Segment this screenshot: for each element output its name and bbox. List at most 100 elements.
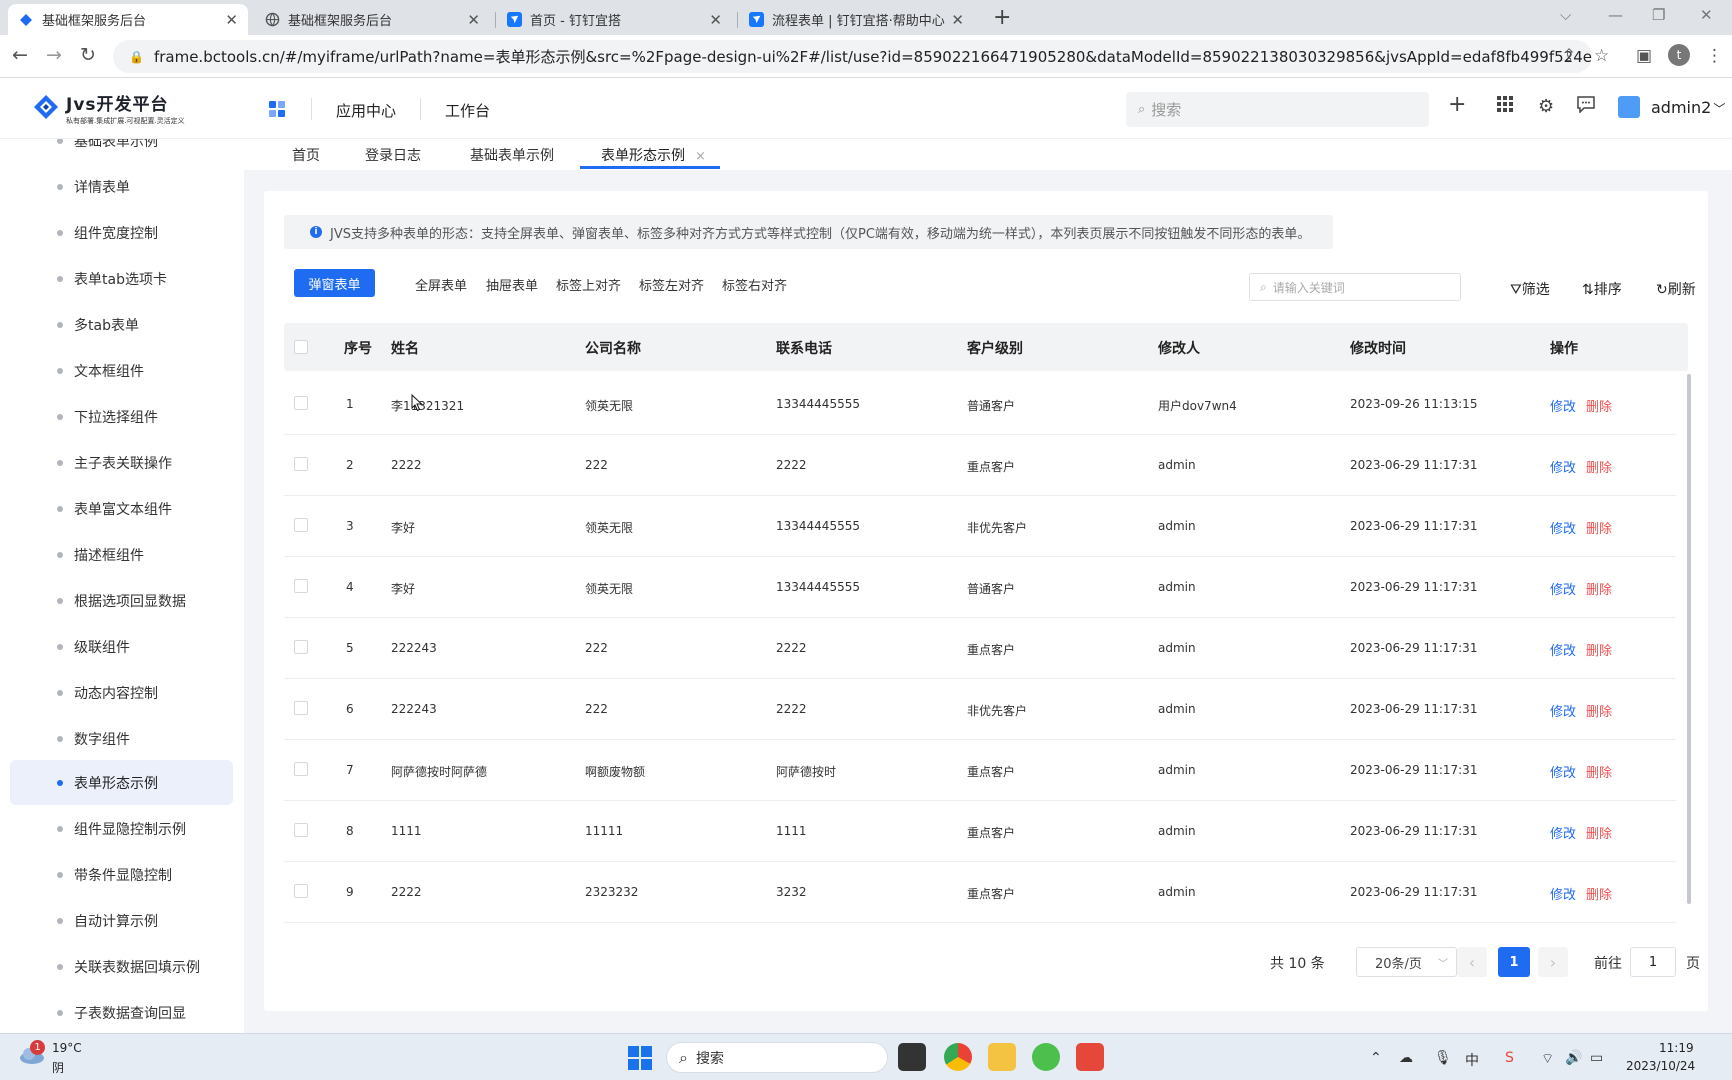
wifi-icon[interactable]: ⌔ xyxy=(1541,1050,1554,1068)
delete-link[interactable]: 删除 xyxy=(1586,457,1612,476)
sidebar-item-auto-calc[interactable]: 自动计算示例 xyxy=(10,898,233,943)
column-header[interactable]: 客户级别 xyxy=(967,338,1023,358)
filter-button[interactable]: ⛛筛选 xyxy=(1510,279,1550,299)
sort-button[interactable]: ⇅排序 xyxy=(1582,279,1622,299)
sidebar-item-width-control[interactable]: 组件宽度控制 xyxy=(10,210,233,255)
edit-link[interactable]: 修改 xyxy=(1550,884,1576,903)
restore-icon[interactable]: ❐ xyxy=(1652,6,1665,24)
apps-grid-icon[interactable] xyxy=(268,100,286,122)
delete-link[interactable]: 删除 xyxy=(1586,701,1612,720)
table-row[interactable]: 9 2222 2323232 3232 重点客户 admin 2023-06-2… xyxy=(284,862,1676,923)
column-header[interactable]: 公司名称 xyxy=(585,338,641,358)
nav-app-center[interactable]: 应用中心 xyxy=(336,100,396,121)
recorder-app-icon[interactable] xyxy=(1076,1043,1104,1071)
close-icon[interactable]: ✕ xyxy=(951,11,964,29)
delete-link[interactable]: 删除 xyxy=(1586,640,1612,659)
tab-search-chevron-icon[interactable]: ⌵ xyxy=(1560,6,1571,24)
label-right-button[interactable]: 标签右对齐 xyxy=(722,275,787,294)
browser-tab-2[interactable]: 基础框架服务后台 ✕ xyxy=(254,4,490,35)
sidebar-item-form-tab[interactable]: 表单tab选项卡 xyxy=(10,256,233,301)
microphone-icon[interactable]: 🎙 xyxy=(1434,1050,1452,1066)
forward-arrow-icon[interactable]: → xyxy=(46,44,62,66)
table-row[interactable]: 8 1111 11111 1111 重点客户 admin 2023-06-29 … xyxy=(284,801,1676,862)
sidebar-item-option-echo[interactable]: 根据选项回显数据 xyxy=(10,578,233,623)
sidebar-item-conditional-visibility[interactable]: 带条件显隐控制 xyxy=(10,852,233,897)
row-checkbox[interactable] xyxy=(294,640,308,654)
sidebar-item-description[interactable]: 描述框组件 xyxy=(10,532,233,577)
keyword-search-input[interactable]: ⌕ 请输入关键词 xyxy=(1249,273,1461,301)
sidebar-item-multi-tab[interactable]: 多tab表单 xyxy=(10,302,233,347)
browser-tab-3[interactable]: 首页 - 钉钉宜搭 ✕ xyxy=(496,4,732,35)
close-icon[interactable]: ✕ xyxy=(467,11,480,29)
nav-workbench[interactable]: 工作台 xyxy=(445,100,490,121)
edit-link[interactable]: 修改 xyxy=(1550,823,1576,842)
tab-home[interactable]: 首页 xyxy=(292,145,320,165)
close-icon[interactable]: ✕ xyxy=(709,11,722,29)
bookmark-star-icon[interactable]: ☆ xyxy=(1594,46,1609,66)
sidebar-item-subtable-query[interactable]: 子表数据查询回显 xyxy=(10,990,233,1033)
edit-link[interactable]: 修改 xyxy=(1550,762,1576,781)
onedrive-icon[interactable]: ☁ xyxy=(1399,1050,1413,1066)
reload-icon[interactable]: ↻ xyxy=(80,44,96,66)
back-arrow-icon[interactable]: ← xyxy=(12,44,28,66)
sidebar-item-select[interactable]: 下拉选择组件 xyxy=(10,394,233,439)
row-checkbox[interactable] xyxy=(294,396,308,410)
user-name[interactable]: admin2 ﹀ xyxy=(1651,98,1725,117)
tab-login-log[interactable]: 登录日志 xyxy=(365,145,421,165)
file-explorer-icon[interactable] xyxy=(988,1043,1016,1071)
select-all-checkbox[interactable] xyxy=(294,340,308,354)
sidebar-item-textbox[interactable]: 文本框组件 xyxy=(10,348,233,393)
ime-icon[interactable]: 中 xyxy=(1465,1050,1479,1070)
plus-icon[interactable]: + xyxy=(1448,92,1466,117)
column-header[interactable]: 序号 xyxy=(344,338,372,358)
sidebar-item-dynamic-content[interactable]: 动态内容控制 xyxy=(10,670,233,715)
column-header[interactable]: 姓名 xyxy=(391,338,419,358)
popup-form-button[interactable]: 弹窗表单 xyxy=(294,269,375,297)
delete-link[interactable]: 删除 xyxy=(1586,762,1612,781)
volume-icon[interactable]: 🔊 xyxy=(1565,1050,1582,1066)
wechat-icon[interactable] xyxy=(1032,1043,1060,1071)
goto-page-input[interactable]: 1 xyxy=(1630,947,1676,977)
logo[interactable]: Jvs开发平台 私有部署.集成扩展.可视配置.灵活定义 xyxy=(32,90,185,126)
sidebar-item-cascader[interactable]: 级联组件 xyxy=(10,624,233,669)
sidebar-item-basic-form[interactable]: 基础表单示例 xyxy=(10,139,233,163)
tab-basic-form[interactable]: 基础表单示例 xyxy=(470,145,554,165)
minimize-icon[interactable]: — xyxy=(1608,6,1623,24)
column-header[interactable]: 联系电话 xyxy=(776,338,832,358)
sidebar-item-form-style[interactable]: 表单形态示例 xyxy=(10,760,233,805)
label-top-button[interactable]: 标签上对齐 xyxy=(556,275,621,294)
row-checkbox[interactable] xyxy=(294,518,308,532)
prev-page-button[interactable]: ‹ xyxy=(1457,947,1487,977)
battery-icon[interactable]: ▭ xyxy=(1590,1050,1603,1066)
edit-link[interactable]: 修改 xyxy=(1550,640,1576,659)
windows-start-icon[interactable] xyxy=(628,1046,652,1074)
column-header[interactable]: 操作 xyxy=(1550,338,1578,358)
new-tab-button[interactable]: + xyxy=(993,5,1011,30)
window-close-icon[interactable]: ✕ xyxy=(1700,6,1713,24)
next-page-button[interactable]: › xyxy=(1538,947,1568,977)
clock-date[interactable]: 2023/10/24 xyxy=(1626,1059,1695,1073)
profile-avatar[interactable]: t xyxy=(1668,44,1690,66)
edit-link[interactable]: 修改 xyxy=(1550,579,1576,598)
sidepanel-icon[interactable]: ▣ xyxy=(1636,46,1652,66)
sidebar-item-number[interactable]: 数字组件 xyxy=(10,716,233,761)
delete-link[interactable]: 删除 xyxy=(1586,579,1612,598)
close-icon[interactable]: × xyxy=(695,149,706,164)
row-checkbox[interactable] xyxy=(294,823,308,837)
user-avatar[interactable] xyxy=(1618,96,1640,118)
edit-link[interactable]: 修改 xyxy=(1550,701,1576,720)
task-view-icon[interactable] xyxy=(898,1043,926,1071)
edit-link[interactable]: 修改 xyxy=(1550,396,1576,415)
refresh-button[interactable]: ↻刷新 xyxy=(1656,279,1696,299)
page-number-current[interactable]: 1 xyxy=(1498,947,1530,977)
browser-tab-1[interactable]: 基础框架服务后台 ✕ xyxy=(8,4,248,35)
sidebar-item-master-detail[interactable]: 主子表关联操作 xyxy=(10,440,233,485)
row-checkbox[interactable] xyxy=(294,579,308,593)
edit-link[interactable]: 修改 xyxy=(1550,518,1576,537)
column-header[interactable]: 修改时间 xyxy=(1350,338,1406,358)
label-left-button[interactable]: 标签左对齐 xyxy=(639,275,704,294)
tab-form-style[interactable]: 表单形态示例 × xyxy=(601,145,706,165)
table-row[interactable]: 1 李11321321 领英无限 13344445555 普通客户 用户dov7… xyxy=(284,374,1676,435)
row-checkbox[interactable] xyxy=(294,457,308,471)
table-row[interactable]: 3 李好 领英无限 13344445555 非优先客户 admin 2023-0… xyxy=(284,496,1676,557)
